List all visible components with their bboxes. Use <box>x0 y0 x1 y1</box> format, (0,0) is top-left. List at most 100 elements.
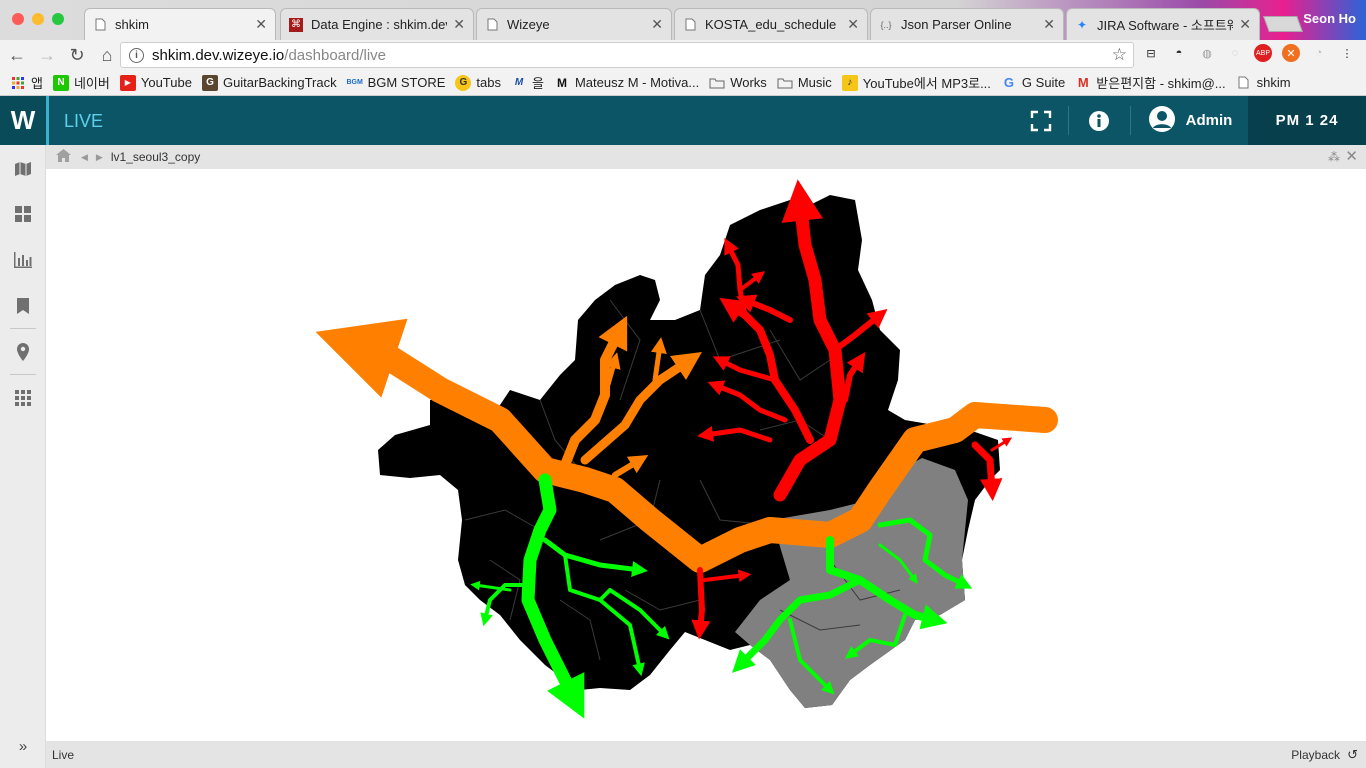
extension-icon[interactable]: ◌ <box>1226 44 1244 62</box>
bgm-store-icon: BGM <box>346 79 363 86</box>
page-icon <box>93 18 107 32</box>
info-icon[interactable] <box>1084 96 1114 145</box>
browser-tab[interactable]: shkim ✕ <box>84 8 276 40</box>
location-pin-icon[interactable] <box>13 342 33 362</box>
bookmark-icon[interactable] <box>13 296 33 316</box>
incognito-icon[interactable]: ◓ <box>1170 44 1188 62</box>
json-icon: {..} <box>880 19 892 30</box>
bookmark-label: 받은편지함 - shkim@... <box>1096 76 1226 91</box>
bookmark-item[interactable]: BGM BGM STORE <box>346 75 446 91</box>
user-avatar-icon <box>1148 105 1176 136</box>
bookmark-item[interactable]: G GuitarBackingTrack <box>201 74 337 91</box>
home-icon[interactable]: ⌂ <box>94 42 120 68</box>
zoom-window-button[interactable] <box>52 13 64 25</box>
jira-icon: ✦ <box>1076 17 1088 32</box>
tab-label: Data Engine : shkim.dev. <box>311 17 448 32</box>
bar-chart-icon[interactable] <box>13 250 33 270</box>
gray-extension-icon[interactable]: ◔ <box>1310 44 1328 62</box>
profile-name[interactable]: Seon Ho <box>1303 11 1356 26</box>
close-tab-icon[interactable]: ✕ <box>847 16 859 33</box>
browser-tab-bar: shkim ✕ ⌘ Data Engine : shkim.dev. ✕ Wiz… <box>0 0 1366 40</box>
apps-icon[interactable] <box>13 388 33 408</box>
app-logo[interactable]: W <box>0 96 46 145</box>
bookmark-item[interactable]: N 네이버 <box>52 73 110 92</box>
bookmark-label: tabs <box>476 75 501 90</box>
m-logo-icon: M <box>556 75 567 90</box>
breadcrumb: ◀ ▶ lv1_seoul3_copy ⁂ ✕ <box>46 145 1366 169</box>
browser-tab[interactable]: ✦ JIRA Software - 소프트웨어 ✕ <box>1066 8 1260 40</box>
bookmark-star-icon[interactable]: ☆ <box>1112 45 1127 65</box>
folder-icon <box>709 75 725 91</box>
header-divider <box>1068 106 1069 135</box>
browser-tab[interactable]: Wizeye ✕ <box>476 8 672 40</box>
youtube-icon: ▶ <box>119 74 136 91</box>
new-tab-button[interactable] <box>1263 16 1303 32</box>
app-header: W LIVE Admin PM 1 24 <box>0 96 1366 145</box>
bookmarks-bar: 앱 N 네이버 ▶ YouTube G GuitarBackingTrack B… <box>0 70 1366 96</box>
browser-tab[interactable]: KOSTA_edu_schedule ✕ <box>674 8 868 40</box>
bookmark-item[interactable]: M 받은편지함 - shkim@... <box>1075 73 1226 92</box>
bookmark-item[interactable]: ▶ YouTube <box>119 74 192 91</box>
page-icon <box>485 18 499 32</box>
history-clock-icon[interactable]: ↺ <box>1347 747 1358 763</box>
sidebar-divider <box>10 374 36 375</box>
user-menu[interactable]: Admin <box>1148 96 1232 145</box>
minimize-window-button[interactable] <box>32 13 44 25</box>
breadcrumb-current: lv1_seoul3_copy <box>110 150 201 164</box>
forward-arrow-icon[interactable]: → <box>34 42 60 68</box>
back-arrow-icon[interactable]: ← <box>4 42 30 68</box>
bookmark-item[interactable]: Works <box>709 75 767 91</box>
close-icon[interactable]: ✕ <box>1345 147 1358 165</box>
map-canvas[interactable] <box>46 169 1366 741</box>
home-icon[interactable] <box>56 149 71 165</box>
map-icon[interactable] <box>13 159 33 179</box>
cast-icon[interactable]: ⊟ <box>1142 44 1160 62</box>
bookmark-item[interactable]: shkim <box>1236 75 1291 91</box>
chevron-right-icon[interactable]: ▶ <box>96 152 103 163</box>
seoul-flow-map[interactable] <box>46 169 1366 741</box>
close-tab-icon[interactable]: ✕ <box>453 16 465 33</box>
reload-icon[interactable]: ↻ <box>64 42 90 68</box>
live-mode-label[interactable]: Live <box>52 748 74 762</box>
menu-kebab-icon[interactable]: ⋮ <box>1338 44 1356 62</box>
bookmark-label: Works <box>730 75 767 90</box>
globe-icon[interactable]: ◍ <box>1198 44 1216 62</box>
gmail-icon: M <box>1077 75 1089 90</box>
expand-sidebar-icon[interactable]: » <box>13 736 33 756</box>
fullscreen-icon[interactable] <box>1024 96 1058 145</box>
bookmark-item[interactable]: ♪ YouTube에서 MP3로... <box>841 73 991 92</box>
bookmark-item[interactable]: G tabs <box>455 74 501 91</box>
m-icon: M <box>514 77 524 88</box>
bookmark-label: GuitarBackingTrack <box>222 75 337 90</box>
bookmark-label: 앱 <box>31 76 43 91</box>
bookmark-item[interactable]: G G Suite <box>1001 75 1065 91</box>
bookmark-label: BGM STORE <box>367 75 446 90</box>
bookmark-item[interactable]: M 을 <box>511 73 544 92</box>
window-controls <box>12 13 64 25</box>
status-bar: Live Playback ↺ <box>46 741 1366 768</box>
browser-tab[interactable]: ⌘ Data Engine : shkim.dev. ✕ <box>280 8 474 40</box>
site-info-icon[interactable]: i <box>129 47 144 63</box>
page-icon <box>683 18 697 32</box>
clock: PM 1 24 <box>1248 96 1366 145</box>
adblock-icon[interactable]: ABP <box>1254 44 1272 62</box>
close-tab-icon[interactable]: ✕ <box>1239 16 1251 33</box>
google-icon: G <box>1003 75 1014 90</box>
close-tab-icon[interactable]: ✕ <box>651 16 663 33</box>
url-host: shkim.dev.wizeye.io <box>152 46 285 64</box>
bookmark-item[interactable]: 앱 <box>10 73 43 92</box>
close-tab-icon[interactable]: ✕ <box>1043 16 1055 33</box>
tab-label: KOSTA_edu_schedule <box>705 17 837 32</box>
dashboard-grid-icon[interactable] <box>13 204 33 224</box>
browser-tab[interactable]: {..} Json Parser Online ✕ <box>870 8 1064 40</box>
address-bar[interactable]: i shkim.dev.wizeye.io/dashboard/live ☆ <box>120 42 1134 68</box>
chevron-left-icon[interactable]: ◀ <box>81 152 88 163</box>
close-window-button[interactable] <box>12 13 24 25</box>
playback-button[interactable]: Playback <box>1291 748 1340 762</box>
bookmark-item[interactable]: Music <box>777 75 832 91</box>
red-branch-flow[interactable] <box>691 567 711 640</box>
bookmark-item[interactable]: M Mateusz M - Motiva... <box>554 75 699 91</box>
folder-icon <box>777 75 793 91</box>
orange-extension-icon[interactable]: ✕ <box>1282 44 1300 62</box>
close-tab-icon[interactable]: ✕ <box>255 16 267 33</box>
